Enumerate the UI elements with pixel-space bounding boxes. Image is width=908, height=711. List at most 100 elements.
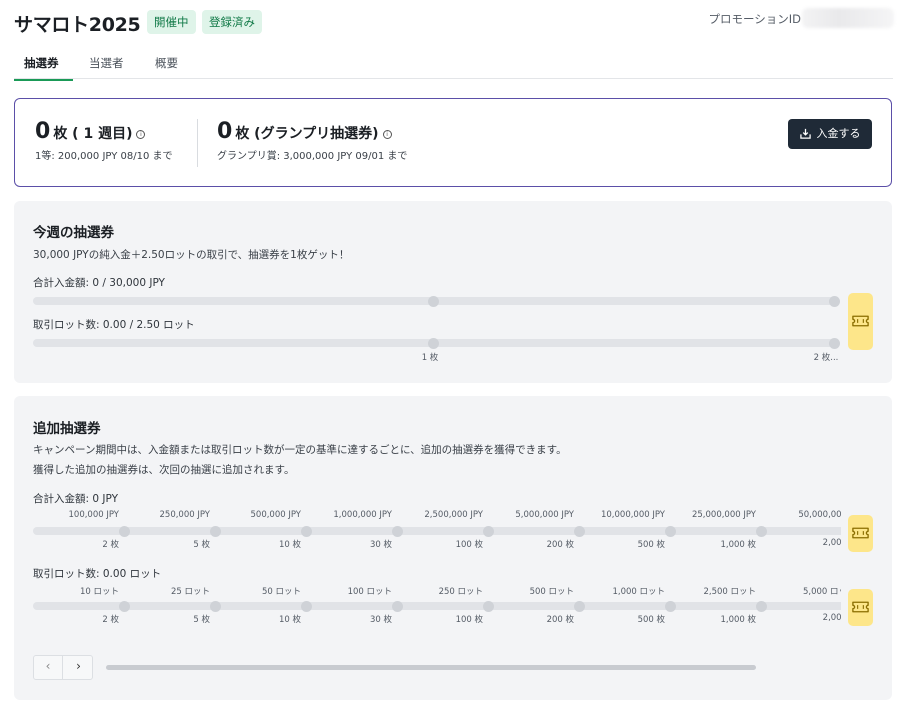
- extra-deposit-label: 合計入金額: 0 JPY: [33, 493, 119, 505]
- tier-milestone-dot: [209, 600, 221, 612]
- deposit-tier-scroller[interactable]: 100,000 JPY 2 枚 250,000 JPY 5 枚 500,000 JPY 1…: [33, 510, 841, 556]
- weekly-ticket-summary: 0枚 ( 1 週目) i 1等: 200,000 JPY 08/10 まで: [35, 119, 173, 162]
- tier-milestone-dot: [300, 525, 312, 537]
- lot-tier-ticket-count: 2,000: [822, 613, 841, 623]
- tier-milestone-dot: [573, 525, 585, 537]
- tier-milestone-dot: [118, 525, 130, 537]
- lot-tier-ticket-count: 200 枚: [546, 615, 574, 625]
- deposit-button[interactable]: 入金する: [788, 119, 872, 149]
- horizontal-scrollbar[interactable]: [106, 665, 756, 670]
- extra-ticket-card: 追加抽選券 キャンペーン期間中は、入金額または取引ロット数が一定の基準に達するご…: [14, 396, 892, 700]
- progress-milestone-dot: [828, 337, 840, 349]
- deposit-button-label: 入金する: [816, 127, 861, 140]
- lot-tier-scroller[interactable]: 10 ロット 2 枚 25 ロット 5 枚 50 ロット 10 枚 100 ロット 30 枚 2…: [33, 585, 841, 631]
- lot-tier-threshold: 10 ロット: [79, 587, 119, 597]
- weekly-card-description: 30,000 JPYの純入金＋2.50ロットの取引で、抽選券を1枚ゲット！: [33, 249, 350, 261]
- extra-card-description-2: 獲得した追加の抽選券は、次回の抽選に追加されます。: [33, 464, 295, 476]
- ticket-icon: [852, 527, 869, 539]
- lot-tier-ticket-count: 500 枚: [637, 615, 665, 625]
- lot-tier-threshold: 500 ロット: [529, 587, 574, 597]
- ticket-icon: [852, 315, 869, 327]
- deposit-tier-ticket-count: 1,000 枚: [720, 540, 756, 550]
- info-icon[interactable]: i: [382, 130, 392, 139]
- tier-milestone-dot: [391, 600, 403, 612]
- deposit-tier-threshold: 250,000 JPY: [159, 510, 211, 520]
- extra-card-title: 追加抽選券: [33, 421, 101, 437]
- grandprix-prize-text: グランプリ賞: 3,000,000 JPY 09/01 まで: [217, 151, 408, 162]
- ticket-badge: [848, 515, 873, 552]
- tier-milestone-dot: [664, 600, 676, 612]
- deposit-tier-ticket-count: 100 枚: [455, 540, 483, 550]
- pager-next-button[interactable]: ›: [64, 656, 93, 679]
- download-tray-icon: [799, 128, 811, 139]
- deposit-tier-ticket-count: 200 枚: [546, 540, 574, 550]
- info-icon[interactable]: i: [136, 130, 146, 139]
- ticket-summary-panel: 0枚 ( 1 週目) i 1等: 200,000 JPY 08/10 まで 0枚 …: [14, 98, 892, 187]
- tab-winners-label: 当選者: [89, 56, 124, 70]
- lot-tier-track: [33, 602, 841, 610]
- lot-tier-threshold: 25 ロット: [170, 587, 210, 597]
- tier-milestone-dot: [755, 525, 767, 537]
- weekly-ticket-count: 0: [35, 119, 51, 144]
- page-header: サマロト2025 開催中 登録済み プロモーションID: [14, 8, 894, 38]
- tier-milestone-dot: [300, 600, 312, 612]
- extra-lots-label: 取引ロット数: 0.00 ロット: [33, 568, 162, 580]
- tab-tickets[interactable]: 抽選券: [14, 55, 73, 81]
- weekly-tick-label-1: 1 枚: [421, 353, 439, 363]
- tier-milestone-dot: [391, 525, 403, 537]
- tier-milestone-dot: [482, 525, 494, 537]
- deposit-tier-threshold: 500,000 JPY: [250, 510, 302, 520]
- lot-tier-ticket-count: 2 枚: [102, 615, 119, 625]
- tier-milestone-dot: [118, 600, 130, 612]
- status-badge-registered: 登録済み: [202, 10, 262, 34]
- lot-tier-ticket-count: 10 枚: [278, 615, 301, 625]
- lot-tier-threshold: 100 ロット: [347, 587, 392, 597]
- weekly-ticket-label: 枚 ( 1 週目): [53, 126, 133, 142]
- lot-tier-threshold: 50 ロット: [261, 587, 301, 597]
- lot-tier-ticket-count: 100 枚: [455, 615, 483, 625]
- extra-card-description-1: キャンペーン期間中は、入金額または取引ロット数が一定の基準に達するごとに、追加の…: [33, 444, 567, 456]
- deposit-tier-ticket-count: 10 枚: [278, 540, 301, 550]
- grandprix-ticket-label: 枚 (グランプリ抽選券): [235, 126, 379, 142]
- deposit-tier-threshold: 50,000,000: [798, 510, 841, 520]
- tab-tickets-label: 抽選券: [24, 56, 59, 70]
- lot-tier-threshold: 1,000 ロット: [612, 587, 665, 597]
- deposit-tier-track: [33, 527, 841, 535]
- lot-tier-ticket-count: 30 枚: [369, 615, 392, 625]
- deposit-tier-threshold: 1,000,000 JPY: [333, 510, 392, 520]
- deposit-tier-threshold: 10,000,000 JPY: [600, 510, 665, 520]
- weekly-ticket-card: 今週の抽選券 30,000 JPYの純入金＋2.50ロットの取引で、抽選券を1枚…: [14, 201, 892, 383]
- deposit-tier-ticket-count: 5 枚: [193, 540, 210, 550]
- progress-milestone-dot: [828, 295, 840, 307]
- deposit-tier-ticket-count: 2,000: [822, 538, 841, 548]
- deposit-tier-threshold: 2,500,000 JPY: [424, 510, 483, 520]
- tab-overview[interactable]: 概要: [155, 55, 178, 79]
- active-tab-underline: [14, 79, 73, 81]
- deposit-tier-threshold: 25,000,000 JPY: [691, 510, 756, 520]
- tab-overview-label: 概要: [155, 56, 178, 70]
- promotion-id-label: プロモーションID: [708, 12, 801, 26]
- weekly-prize-text: 1等: 200,000 JPY 08/10 まで: [35, 151, 173, 162]
- tier-milestone-dot: [664, 525, 676, 537]
- weekly-deposit-label: 合計入金額: 0 / 30,000 JPY: [33, 277, 165, 289]
- tier-milestone-dot: [482, 600, 494, 612]
- tier-milestone-dot: [755, 600, 767, 612]
- tab-winners[interactable]: 当選者: [89, 55, 124, 79]
- deposit-tier-threshold: 5,000,000 JPY: [515, 510, 574, 520]
- ticket-badge: [848, 589, 873, 626]
- grandprix-ticket-count: 0: [217, 119, 233, 144]
- grandprix-ticket-summary: 0枚 (グランプリ抽選券) i グランプリ賞: 3,000,000 JPY 09/…: [217, 119, 407, 162]
- progress-milestone-dot: [427, 337, 439, 349]
- deposit-tier-ticket-count: 30 枚: [369, 540, 392, 550]
- summary-divider: [197, 119, 198, 167]
- ticket-icon: [852, 601, 869, 613]
- ticket-badge: [848, 293, 873, 350]
- promotion-id-value-redacted: [802, 8, 894, 28]
- weekly-card-title: 今週の抽選券: [33, 225, 114, 241]
- deposit-tier-ticket-count: 500 枚: [637, 540, 665, 550]
- pager-prev-button[interactable]: ‹: [34, 656, 63, 679]
- tab-bar: 抽選券 当選者 概要: [14, 52, 893, 81]
- weekly-lots-label: 取引ロット数: 0.00 / 2.50 ロット: [33, 319, 195, 331]
- progress-milestone-dot: [427, 295, 439, 307]
- lot-tier-threshold: 5,000 ロッ: [802, 587, 841, 597]
